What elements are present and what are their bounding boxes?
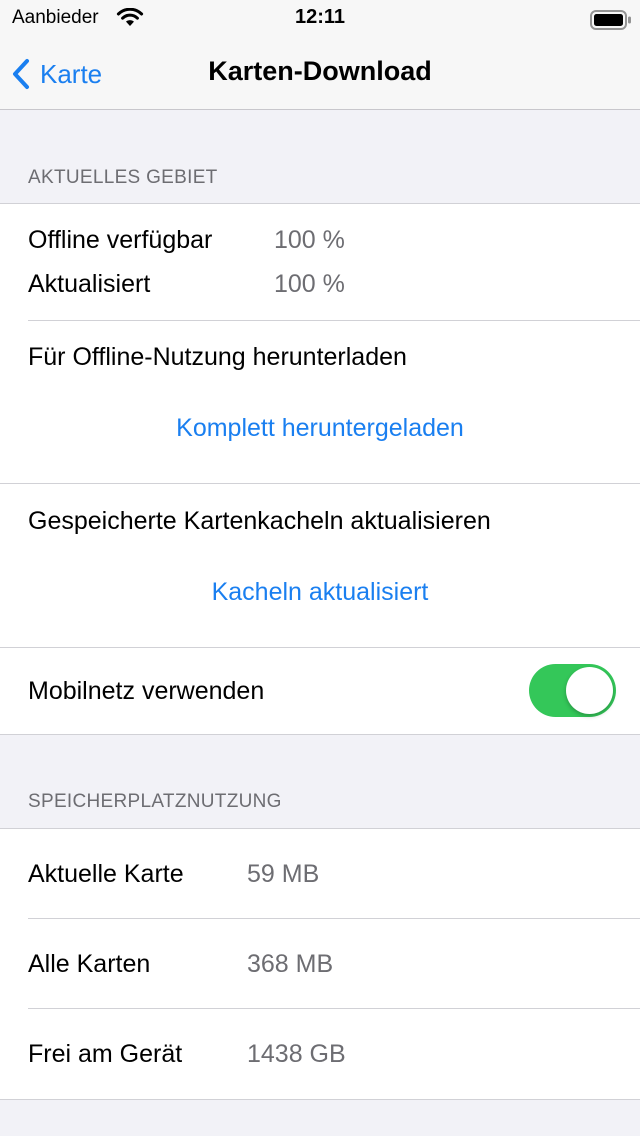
storage-row-value: 368 MB (247, 950, 334, 978)
download-offline-label: Für Offline-Nutzung herunterladen (28, 343, 407, 371)
page-title: Karten-Download (208, 56, 432, 86)
toggle-knob (566, 667, 613, 714)
list-item: Frei am Gerät 1438 GB (0, 1009, 640, 1098)
update-tiles-label: Gespeicherte Kartenkacheln aktualisieren (28, 507, 491, 535)
list-item: Aktuelle Karte 59 MB (0, 829, 640, 918)
navigation-bar: Karte Karten-Download (0, 40, 640, 110)
offline-available-value: 100 % (274, 226, 345, 254)
current-area-group: Offline verfügbar 100 % Aktualisiert 100… (0, 203, 640, 735)
storage-row-value: 59 MB (247, 860, 320, 888)
storage-row-value: 1438 GB (247, 1040, 346, 1068)
storage-row-label: Alle Karten (28, 950, 151, 978)
updated-value: 100 % (274, 270, 345, 298)
list-item: Alle Karten 368 MB (0, 919, 640, 1008)
section-header-current-area: AKTUELLES GEBIET (28, 167, 218, 188)
section-header-storage: SPEICHERPLATZNUTZUNG (28, 791, 282, 812)
storage-row-label: Aktuelle Karte (28, 860, 184, 888)
status-bar: Aanbieder 12:11 (0, 0, 640, 40)
update-tiles-status-button[interactable]: Kacheln aktualisiert (0, 578, 640, 607)
offline-available-label: Offline verfügbar (28, 226, 213, 254)
divider (0, 483, 640, 484)
battery-icon (590, 10, 632, 35)
clock: 12:11 (294, 6, 346, 28)
storage-group: Aktuelle Karte 59 MB Alle Karten 368 MB … (0, 828, 640, 1100)
mobile-data-toggle[interactable] (529, 664, 616, 717)
mobile-data-row: Mobilnetz verwenden (0, 648, 640, 734)
mobile-data-label: Mobilnetz verwenden (28, 677, 265, 705)
storage-row-label: Frei am Gerät (28, 1040, 183, 1068)
divider (28, 320, 640, 321)
download-status-button[interactable]: Komplett heruntergeladen (0, 414, 640, 443)
updated-label: Aktualisiert (28, 270, 151, 298)
